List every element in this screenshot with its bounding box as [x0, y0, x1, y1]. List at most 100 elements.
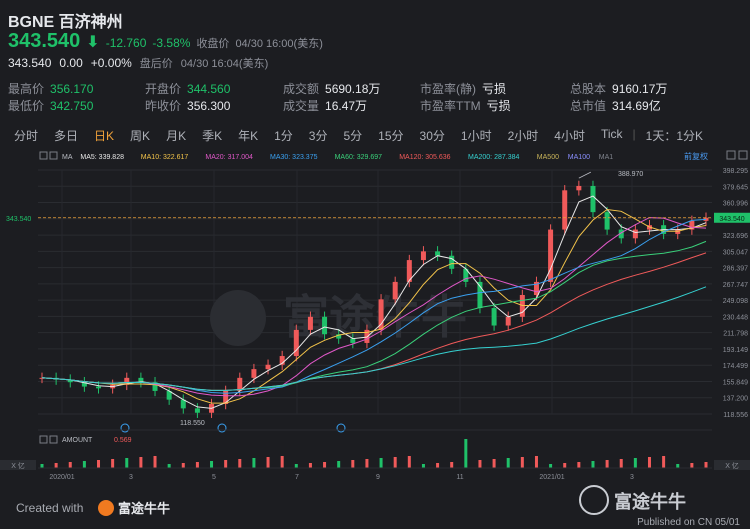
- tab-quarterly-k[interactable]: 季K: [194, 124, 230, 147]
- candle-body: [604, 212, 610, 230]
- ma-legend-1: MA5: 339.828: [80, 154, 124, 161]
- ma-legend-9: MA100: [568, 154, 590, 161]
- volume-bar: [40, 464, 44, 468]
- current-price: 343.540: [8, 30, 81, 52]
- candle-body: [392, 281, 398, 300]
- tab-intraday[interactable]: 分时: [6, 124, 46, 147]
- volume-bar: [520, 457, 524, 468]
- event-marker-icon[interactable]: [217, 423, 227, 433]
- stat-value: 9160.17万: [612, 82, 668, 96]
- tab-1hour[interactable]: 1小时: [453, 124, 500, 147]
- volume-bar: [337, 461, 341, 468]
- x-zoom-left-label: X 亿: [11, 461, 25, 470]
- price-change: -12.760: [105, 36, 147, 50]
- volume-bar: [633, 458, 637, 468]
- x-tick-label: 3: [129, 474, 133, 481]
- y-tick-label: 118.556: [723, 412, 748, 419]
- candle-body: [435, 251, 441, 256]
- price-row: 343.540 ⬇ -12.760 -3.58% 收盘价 04/30 16:00…: [8, 30, 323, 53]
- after-hours-row: 343.540 0.00 +0.00% 盘后价 04/30 16:04(美东): [8, 55, 268, 71]
- after-hours-price: 343.540: [8, 56, 52, 70]
- stat-volume: 成交量 16.47万: [283, 97, 367, 114]
- volume-bar: [605, 460, 609, 468]
- y-tick-label: 230.448: [723, 314, 748, 321]
- tab-30min[interactable]: 30分: [412, 124, 453, 147]
- tab-2hour[interactable]: 2小时: [500, 124, 547, 147]
- volume-bar: [153, 456, 157, 468]
- x-tick-label: 11: [456, 474, 463, 481]
- y-tick-label: 286.397: [723, 266, 748, 273]
- stat-value: 342.750: [50, 99, 94, 113]
- volume-toggle-icon[interactable]: [49, 435, 58, 444]
- tab-multiday[interactable]: 多日: [46, 124, 86, 147]
- volume-bar: [210, 461, 214, 468]
- tab-3min[interactable]: 3分: [301, 124, 336, 147]
- volume-bar: [421, 464, 425, 468]
- stat-label: 成交量: [283, 99, 320, 113]
- stat-label: 成交额: [283, 82, 320, 96]
- tab-weekly-k[interactable]: 周K: [122, 124, 158, 147]
- candle-body: [505, 316, 511, 326]
- volume-bar: [68, 462, 72, 468]
- current-price-value: 343.540: [719, 216, 744, 223]
- volume-bar: [181, 463, 185, 468]
- volume-bar: [492, 459, 496, 468]
- down-arrow-icon: ⬇: [86, 34, 100, 51]
- ma-legend-7: MA200: 287.384: [468, 154, 519, 161]
- kline-chart[interactable]: MA MA5: 339.828 MA10: 322.617 MA20: 317.004…: [0, 148, 750, 529]
- volume-bar: [379, 458, 383, 468]
- stat-prev-close: 昨收价 356.300: [145, 97, 230, 114]
- volume-bar: [323, 462, 327, 468]
- tab-yearly-k[interactable]: 年K: [230, 124, 266, 147]
- volume-bar: [195, 462, 199, 468]
- price-change-pct: -3.58%: [152, 36, 191, 50]
- candle-body: [307, 316, 313, 330]
- tab-15min[interactable]: 15分: [370, 124, 411, 147]
- stat-value: 344.560: [187, 82, 231, 96]
- candle-body: [632, 229, 638, 239]
- tab-1min[interactable]: 1分: [266, 124, 301, 147]
- volume-bar: [577, 462, 581, 468]
- stat-market-cap: 总市值 314.69亿: [570, 97, 661, 114]
- stat-turnover: 成交额 5690.18万: [283, 80, 380, 97]
- x-tick-label: 9: [376, 474, 380, 481]
- current-price-left-label: 343.540: [6, 216, 31, 223]
- y-tick-label: 174.499: [723, 363, 748, 370]
- volume-bar: [393, 457, 397, 468]
- candle-body: [491, 308, 497, 326]
- volume-settings-icon[interactable]: [39, 435, 48, 444]
- stat-value: 356.300: [187, 99, 231, 113]
- volume-bar: [704, 462, 708, 468]
- event-marker-icon[interactable]: [336, 423, 346, 433]
- y-tick-label: 137.200: [723, 396, 748, 403]
- amount-value: 0.569: [114, 437, 132, 444]
- volume-bar: [549, 464, 553, 468]
- event-marker-icon[interactable]: [120, 423, 130, 433]
- stat-label: 总股本: [570, 82, 607, 96]
- ma-legend-8: MA500: [537, 154, 559, 161]
- volume-bar: [563, 463, 567, 468]
- stat-value: 5690.18万: [325, 82, 381, 96]
- tab-tick[interactable]: Tick: [593, 124, 631, 147]
- after-hours-pct: +0.00%: [90, 56, 132, 70]
- fuquan-toggle[interactable]: 前复权: [684, 151, 708, 161]
- tab-4hour[interactable]: 4小时: [546, 124, 593, 147]
- tab-monthly-k[interactable]: 月K: [158, 124, 194, 147]
- volume-bar: [54, 463, 58, 468]
- candle-body: [194, 408, 200, 413]
- stat-pe-static: 市盈率(静) 亏损: [420, 80, 506, 97]
- volume-bar: [662, 456, 666, 468]
- volume-bar: [308, 463, 312, 468]
- tab-5min[interactable]: 5分: [335, 124, 370, 147]
- candle-body: [322, 316, 328, 335]
- volume-bar: [238, 459, 242, 468]
- tab-daily-k[interactable]: 日K: [86, 124, 122, 147]
- candle-body: [420, 251, 426, 261]
- tab-1day-1min[interactable]: 1天：1分K: [638, 124, 711, 147]
- candle-body: [562, 190, 568, 230]
- volume-bar: [676, 464, 680, 468]
- candle-body: [576, 185, 582, 191]
- ma-legend-3: MA20: 317.004: [205, 154, 253, 161]
- candle-body: [350, 338, 356, 343]
- stat-shares: 总股本 9160.17万: [570, 80, 667, 97]
